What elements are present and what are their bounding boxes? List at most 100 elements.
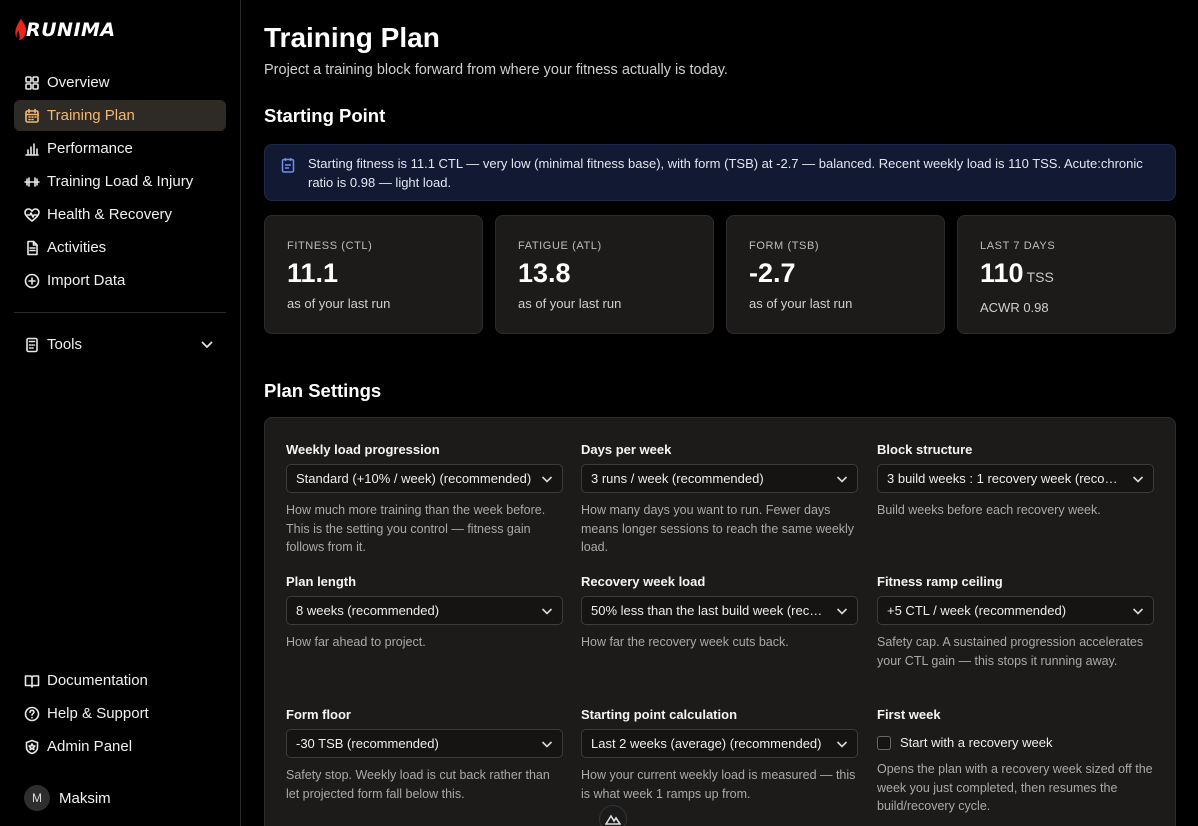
sidebar-item-label: Admin Panel — [47, 738, 133, 755]
mountain-logo-icon — [605, 814, 621, 825]
select-value: Last 2 weeks (average) (recommended) — [591, 736, 822, 751]
chevron-down-icon — [541, 473, 553, 485]
weekly-load-select[interactable]: Standard (+10% / week) (recommended) — [286, 464, 563, 493]
field-label: Form floor — [286, 707, 351, 722]
select-value: 3 build weeks : 1 recovery week (recomme… — [887, 471, 1123, 486]
document-icon — [24, 240, 40, 256]
chevron-down-icon — [1132, 473, 1144, 485]
page-title: Training Plan — [264, 22, 440, 53]
select-value: 3 runs / week (recommended) — [591, 471, 764, 486]
sidebar-item-label: Health & Recovery — [47, 206, 173, 223]
select-value: 8 weeks (recommended) — [296, 603, 440, 618]
plan-length-field: Plan length 8 weeks (recommended) How fa… — [286, 574, 563, 652]
form-floor-select[interactable]: -30 TSB (recommended) — [286, 729, 563, 758]
stat-label: LAST 7 DAYS — [980, 240, 1056, 252]
field-help: Build weeks before each recovery week. — [877, 503, 1101, 517]
app-name: RUNIMA — [26, 19, 116, 41]
checkbox-label: Start with a recovery week — [900, 735, 1053, 750]
recovery-week-checkbox[interactable] — [877, 735, 891, 750]
field-label: Block structure — [877, 442, 973, 457]
stat-card-last-7-days: LAST 7 DAYS 110 TSS ACWR 0.98 — [957, 215, 1176, 334]
stat-value: -2.7 — [749, 258, 796, 288]
stat-card-fitness: FITNESS (CTL) 11.1 as of your last run — [264, 215, 483, 334]
stat-note: ACWR 0.98 — [980, 300, 1049, 315]
starting-calc-field: Starting point calculation Last 2 weeks … — [581, 707, 858, 803]
sidebar-divider — [14, 312, 226, 313]
dumbbell-icon — [24, 174, 40, 190]
calendar-icon — [24, 108, 40, 124]
plus-circle-icon — [24, 273, 40, 289]
field-help: How far ahead to project. — [286, 635, 426, 649]
stat-label: FORM (TSB) — [749, 240, 820, 252]
user-name: Maksim — [59, 789, 111, 807]
ramp-ceiling-field: Fitness ramp ceiling +5 CTL / week (reco… — [877, 574, 1154, 670]
select-value: 50% less than the last build week (recom… — [591, 603, 827, 618]
block-structure-select[interactable]: 3 build weeks : 1 recovery week (recomme… — [877, 464, 1154, 493]
field-help: Opens the plan with a recovery week size… — [877, 762, 1153, 813]
sidebar-item-label: Activities — [47, 239, 107, 256]
block-structure-field: Block structure 3 build weeks : 1 recove… — [877, 442, 1154, 520]
heart-pulse-icon — [24, 207, 40, 223]
shield-star-icon — [24, 739, 40, 755]
sidebar-item-activities[interactable]: Activities — [14, 232, 226, 263]
field-label: First week — [877, 707, 941, 722]
page-subtitle: Project a training block forward from wh… — [264, 62, 728, 78]
help-icon — [24, 706, 40, 722]
sidebar-item-label: Help & Support — [47, 705, 149, 722]
field-label: Starting point calculation — [581, 707, 738, 722]
starting-calc-select[interactable]: Last 2 weeks (average) (recommended) — [581, 729, 858, 758]
book-icon — [24, 673, 40, 689]
floating-devtools-button[interactable] — [599, 805, 627, 826]
chevron-down-icon — [200, 337, 214, 351]
sidebar-item-label: Tools — [47, 336, 83, 353]
field-help: How far the recovery week cuts back. — [581, 635, 789, 649]
chevron-down-icon — [541, 605, 553, 617]
field-help: Safety cap. A sustained progression acce… — [877, 635, 1144, 668]
recovery-load-select[interactable]: 50% less than the last build week (recom… — [581, 596, 858, 625]
user-menu[interactable]: M Maksim — [24, 785, 111, 811]
weekly-load-field: Weekly load progression Standard (+10% /… — [286, 442, 563, 557]
app-logo[interactable]: RUNIMA — [14, 16, 116, 44]
chevron-down-icon — [836, 473, 848, 485]
first-week-recovery-toggle[interactable]: Start with a recovery week — [877, 728, 1154, 757]
field-help: How your current weekly load is measured… — [581, 768, 856, 801]
sidebar-item-tools[interactable]: Tools — [14, 329, 226, 360]
field-help: Safety stop. Weekly load is cut back rat… — [286, 768, 550, 801]
sidebar-item-performance[interactable]: Performance — [14, 133, 226, 164]
bar-chart-icon — [24, 141, 40, 157]
starting-point-title: Starting Point — [264, 105, 386, 126]
plan-length-select[interactable]: 8 weeks (recommended) — [286, 596, 563, 625]
chevron-down-icon — [836, 738, 848, 750]
stat-value: 11.1 — [287, 258, 339, 288]
plan-settings-title: Plan Settings — [264, 380, 382, 401]
field-label: Recovery week load — [581, 574, 706, 589]
sidebar-item-training-plan[interactable]: Training Plan — [14, 100, 226, 131]
stat-value: 110 TSS — [980, 258, 1054, 288]
field-label: Fitness ramp ceiling — [877, 574, 1003, 589]
field-label: Weekly load progression — [286, 442, 440, 457]
sidebar-item-label: Training Load & Injury — [47, 173, 194, 190]
sidebar-item-help-support[interactable]: Help & Support — [14, 698, 226, 729]
stat-unit: TSS — [1026, 269, 1054, 285]
stat-value: 13.8 — [518, 258, 571, 288]
days-per-week-field: Days per week 3 runs / week (recommended… — [581, 442, 858, 557]
sidebar-item-overview[interactable]: Overview — [14, 67, 226, 98]
chevron-down-icon — [541, 738, 553, 750]
sidebar-item-import-data[interactable]: Import Data — [14, 265, 226, 296]
field-help: How much more training than the week bef… — [286, 503, 546, 554]
stat-card-fatigue: FATIGUE (ATL) 13.8 as of your last run — [495, 215, 714, 334]
ramp-ceiling-select[interactable]: +5 CTL / week (recommended) — [877, 596, 1154, 625]
sidebar-item-admin-panel[interactable]: Admin Panel — [14, 731, 226, 762]
select-value: -30 TSB (recommended) — [296, 736, 439, 751]
info-text: Starting fitness is 11.1 CTL — very low … — [308, 156, 1143, 190]
stat-note: as of your last run — [287, 296, 391, 311]
days-per-week-select[interactable]: 3 runs / week (recommended) — [581, 464, 858, 493]
field-help: How many days you want to run. Fewer day… — [581, 503, 855, 554]
sidebar-item-label: Overview — [47, 74, 110, 91]
sidebar-item-health-recovery[interactable]: Health & Recovery — [14, 199, 226, 230]
first-week-field: First week Start with a recovery week Op… — [877, 707, 1154, 816]
sidebar-item-training-load[interactable]: Training Load & Injury — [14, 166, 226, 197]
sidebar-item-documentation[interactable]: Documentation — [14, 665, 226, 696]
starting-point-info-banner: Starting fitness is 11.1 CTL — very low … — [264, 144, 1176, 201]
sidebar: RUNIMA Overview Training Plan Performanc… — [0, 0, 241, 826]
